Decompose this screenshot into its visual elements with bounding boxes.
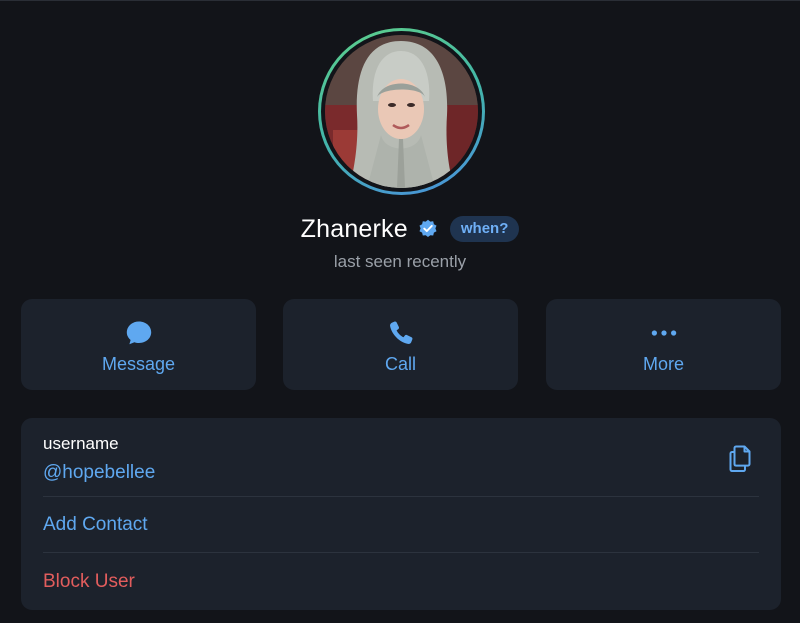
chat-bubble-icon <box>125 319 153 347</box>
divider <box>43 496 759 497</box>
block-user-link[interactable]: Block User <box>43 571 135 593</box>
profile-header: Zhanerke when? <box>10 212 800 246</box>
avatar-photo <box>325 35 478 188</box>
add-contact-link[interactable]: Add Contact <box>43 514 148 536</box>
more-dots-icon <box>650 319 678 347</box>
profile-avatar[interactable] <box>318 28 485 195</box>
call-button[interactable]: Call <box>283 299 518 390</box>
verified-check-icon[interactable] <box>418 219 438 239</box>
profile-info-card: username @hopebellee Add Contact Block U… <box>21 418 781 610</box>
message-button[interactable]: Message <box>21 299 256 390</box>
copy-icon[interactable] <box>726 442 756 474</box>
username-value[interactable]: @hopebellee <box>43 462 155 484</box>
top-border <box>0 0 800 1</box>
last-seen-status: last seen recently <box>333 252 467 271</box>
message-button-label: Message <box>101 354 176 374</box>
last-seen-query-badge[interactable]: when? <box>449 216 520 242</box>
divider <box>43 552 759 553</box>
profile-name: Zhanerke <box>300 214 408 243</box>
username-label: username <box>43 434 119 453</box>
more-button-label: More <box>642 354 684 374</box>
call-button-label: Call <box>384 354 416 374</box>
avatar-image <box>325 35 478 188</box>
phone-icon <box>387 319 415 347</box>
more-button[interactable]: More <box>546 299 781 390</box>
